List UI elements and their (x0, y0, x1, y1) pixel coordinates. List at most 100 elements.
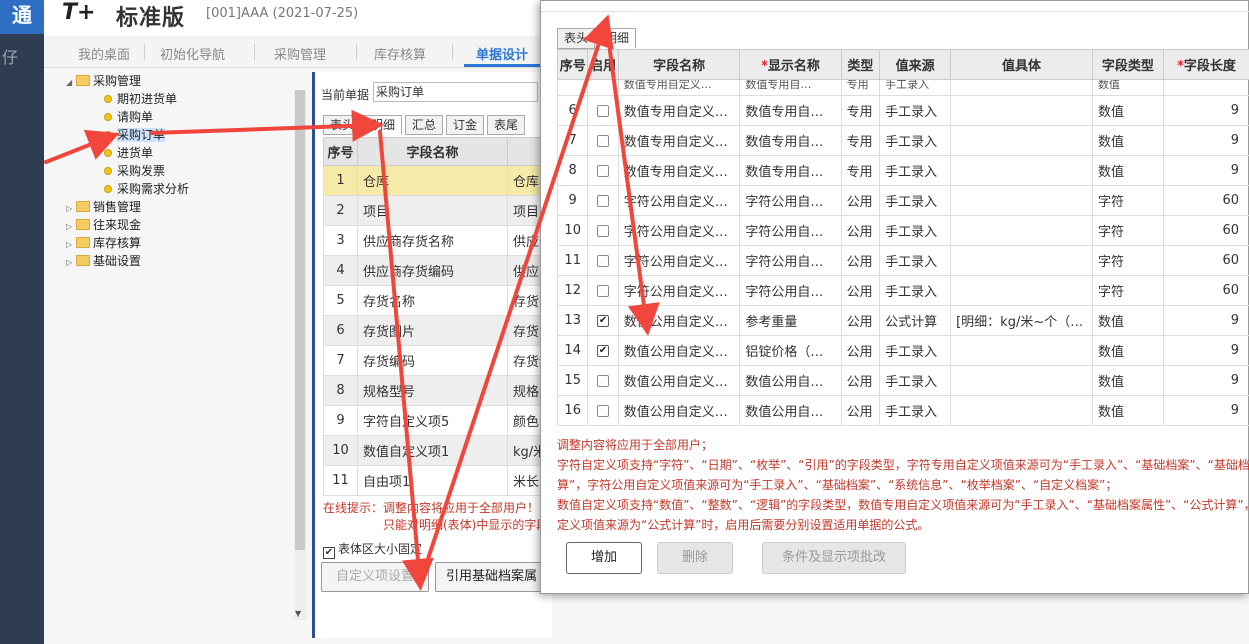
type-cell: 专用 (840, 155, 881, 186)
table-row[interactable]: 9 字符自定义项5 颜色 (323, 405, 555, 436)
fixed-size-option[interactable]: ✔ 表体区大小固定 (323, 540, 422, 559)
checkbox-unchecked[interactable] (597, 404, 610, 417)
table-row[interactable]: 2 项目 项目 (323, 195, 555, 226)
checkbox-checked[interactable]: ✔ (323, 547, 335, 559)
table-row[interactable]: 4 供应商存货编码 供应 (323, 255, 555, 286)
tree-leaf-demand-analysis[interactable]: 采购需求分析 (104, 180, 189, 198)
tree-node-inventory[interactable]: ▷ 库存核算 (66, 234, 141, 252)
collapse-icon[interactable]: ◢ (66, 74, 76, 92)
tree-leaf-invoice[interactable]: 采购发票 (104, 162, 165, 180)
batch-edit-button[interactable]: 条件及显示项批改 (762, 542, 906, 574)
online-tip-line: 只能对明细(表体)中显示的字段 (383, 518, 549, 532)
field-length-cell: 60 (1162, 245, 1249, 276)
tab-deposit[interactable]: 订金 (446, 115, 484, 135)
table-row[interactable]: 10 数值自定义项1 kg/米 (323, 435, 555, 466)
table-row[interactable]: 6 数值专用自定义… 数值专用自… 专用 手工录入 数值 9 (556, 95, 1249, 126)
checkbox-unchecked[interactable] (597, 104, 610, 117)
tree-scrollbar[interactable]: ▼ (294, 90, 306, 620)
table-row[interactable]: 14 ✔ 数值公用自定义… 铝锭价格（… 公用 手工录入 数值 9 (556, 335, 1249, 366)
display-name-cell: 参考重量 (739, 305, 842, 336)
tab-detail[interactable]: 明细 (364, 115, 402, 135)
enable-checkbox[interactable] (587, 155, 619, 186)
nav-divider (254, 44, 255, 60)
tree-leaf-opening-purchase[interactable]: 期初进货单 (104, 90, 177, 108)
enable-checkbox[interactable] (587, 215, 619, 246)
table-row[interactable]: 11 字符公用自定义… 字符公用自… 公用 手工录入 字符 60 (556, 245, 1249, 276)
checkbox-unchecked[interactable] (597, 374, 610, 387)
add-button[interactable]: 增加 (566, 542, 642, 574)
table-row[interactable]: 10 字符公用自定义… 字符公用自… 公用 手工录入 字符 60 (556, 215, 1249, 246)
tab-header[interactable]: 表头 (323, 115, 361, 135)
table-row[interactable]: 8 规格型号 规格型 (323, 375, 555, 406)
custom-item-settings-button[interactable]: 自定义项设置 (321, 562, 429, 592)
field-name-cell: 数值专用自定义… (617, 125, 741, 156)
checkbox-unchecked[interactable] (597, 254, 610, 267)
table-row[interactable]: 6 存货图片 存货图 (323, 315, 555, 346)
delete-button[interactable]: 删除 (657, 542, 733, 574)
tab-my-desktop[interactable]: 我的桌面 (78, 44, 130, 63)
table-row[interactable]: 15 数值公用自定义… 数值公用自… 公用 手工录入 数值 9 (556, 365, 1249, 396)
tab-form-design[interactable]: 单据设计 (476, 44, 528, 63)
tree-leaf-requisition[interactable]: 请购单 (104, 108, 153, 126)
rail-icon[interactable]: 仔 (2, 44, 18, 68)
table-row[interactable]: 7 数值专用自定义… 数值专用自… 专用 手工录入 数值 9 (556, 125, 1249, 156)
scroll-thumb[interactable] (295, 90, 305, 550)
tree-node-cash[interactable]: ▷ 往来现金 (66, 216, 141, 234)
enable-checkbox[interactable] (587, 95, 619, 126)
tree-node-purchase[interactable]: ◢ 采购管理 (66, 72, 141, 90)
checkbox-unchecked[interactable] (597, 284, 610, 297)
checkbox-unchecked[interactable] (597, 134, 610, 147)
enable-checkbox[interactable] (587, 185, 619, 216)
leaf-icon (104, 167, 112, 175)
table-row[interactable]: 7 存货编码 存货编 (323, 345, 555, 376)
leaf-icon (104, 149, 112, 157)
tab-inventory[interactable]: 库存核算 (374, 44, 426, 63)
table-row[interactable]: 12 字符公用自定义… 字符公用自… 公用 手工录入 字符 60 (556, 275, 1249, 306)
table-row[interactable]: 16 数值公用自定义… 数值公用自… 公用 手工录入 数值 9 (556, 395, 1249, 426)
table-row[interactable]: 3 供应商存货名称 供应 (323, 225, 555, 256)
dialog-tab-detail[interactable]: 明细 (598, 28, 636, 49)
enable-checkbox[interactable] (587, 275, 619, 306)
checkbox-unchecked[interactable] (597, 164, 610, 177)
table-row[interactable]: 13 ✔ 数值公用自定义… 参考重量 公用 公式计算 [明细：kg/米~个（… 数值 9 (556, 305, 1249, 336)
checkbox-unchecked[interactable] (597, 194, 610, 207)
field-type-cell: 数值 (1091, 335, 1164, 366)
tab-footer[interactable]: 表尾 (487, 115, 525, 135)
enable-checkbox[interactable] (587, 245, 619, 276)
table-row[interactable]: 1 仓库 仓库 (323, 165, 555, 196)
table-row[interactable]: 9 字符公用自定义… 字符公用自… 公用 手工录入 字符 60 (556, 185, 1249, 216)
tree-leaf-receipt[interactable]: 进货单 (104, 144, 153, 162)
value-source-cell: 手工录入 (879, 215, 952, 246)
current-form-field[interactable]: 采购订单 (373, 82, 538, 102)
tree-node-sales[interactable]: ▷ 销售管理 (66, 198, 141, 216)
tree-node-basic[interactable]: ▷ 基础设置 (66, 252, 141, 270)
row-number: 13 (556, 305, 589, 336)
dialog-tab-header[interactable]: 表头 (557, 28, 595, 49)
field-name-cell: 数值专用自定义… (617, 155, 741, 186)
enable-checkbox[interactable]: ✔ (587, 335, 619, 366)
required-mark: * (761, 59, 768, 74)
tab-init-guide[interactable]: 初始化导航 (160, 44, 225, 63)
enable-checkbox[interactable]: ✔ (587, 305, 619, 336)
row-number: 2 (323, 195, 358, 226)
partial-cell: 数值 (1091, 79, 1164, 96)
table-row[interactable]: 5 存货名称 存货名 (323, 285, 555, 316)
value-detail-cell (950, 395, 1093, 426)
tree-leaf-purchase-order[interactable]: 采购订单 (104, 126, 166, 144)
table-row[interactable]: 8 数值专用自定义… 数值专用自… 专用 手工录入 数值 9 (556, 155, 1249, 186)
checkbox-checked[interactable]: ✔ (597, 344, 610, 357)
enable-checkbox[interactable] (587, 395, 619, 426)
checkbox-checked[interactable]: ✔ (597, 314, 610, 327)
tab-summary[interactable]: 汇总 (405, 115, 443, 135)
scroll-down-icon[interactable]: ▼ (295, 609, 301, 618)
checkbox-unchecked[interactable] (597, 224, 610, 237)
field-name-cell: 字符自定义项5 (357, 405, 508, 436)
expand-icon[interactable]: ▷ (66, 254, 76, 272)
tab-purchase[interactable]: 采购管理 (274, 44, 326, 63)
enable-checkbox[interactable] (587, 125, 619, 156)
table-row[interactable]: 11 自由项1 米长 (323, 465, 555, 496)
reference-archive-button[interactable]: 引用基础档案属 (435, 562, 555, 592)
display-name-cell: 字符公用自… (739, 215, 842, 246)
custom-items-dialog: 表头 明细 序号 启用 字段名称 *显示名称 类型 值来源 值具体 字段类型 *字段长度 数值专… (540, 0, 1249, 594)
enable-checkbox[interactable] (587, 365, 619, 396)
